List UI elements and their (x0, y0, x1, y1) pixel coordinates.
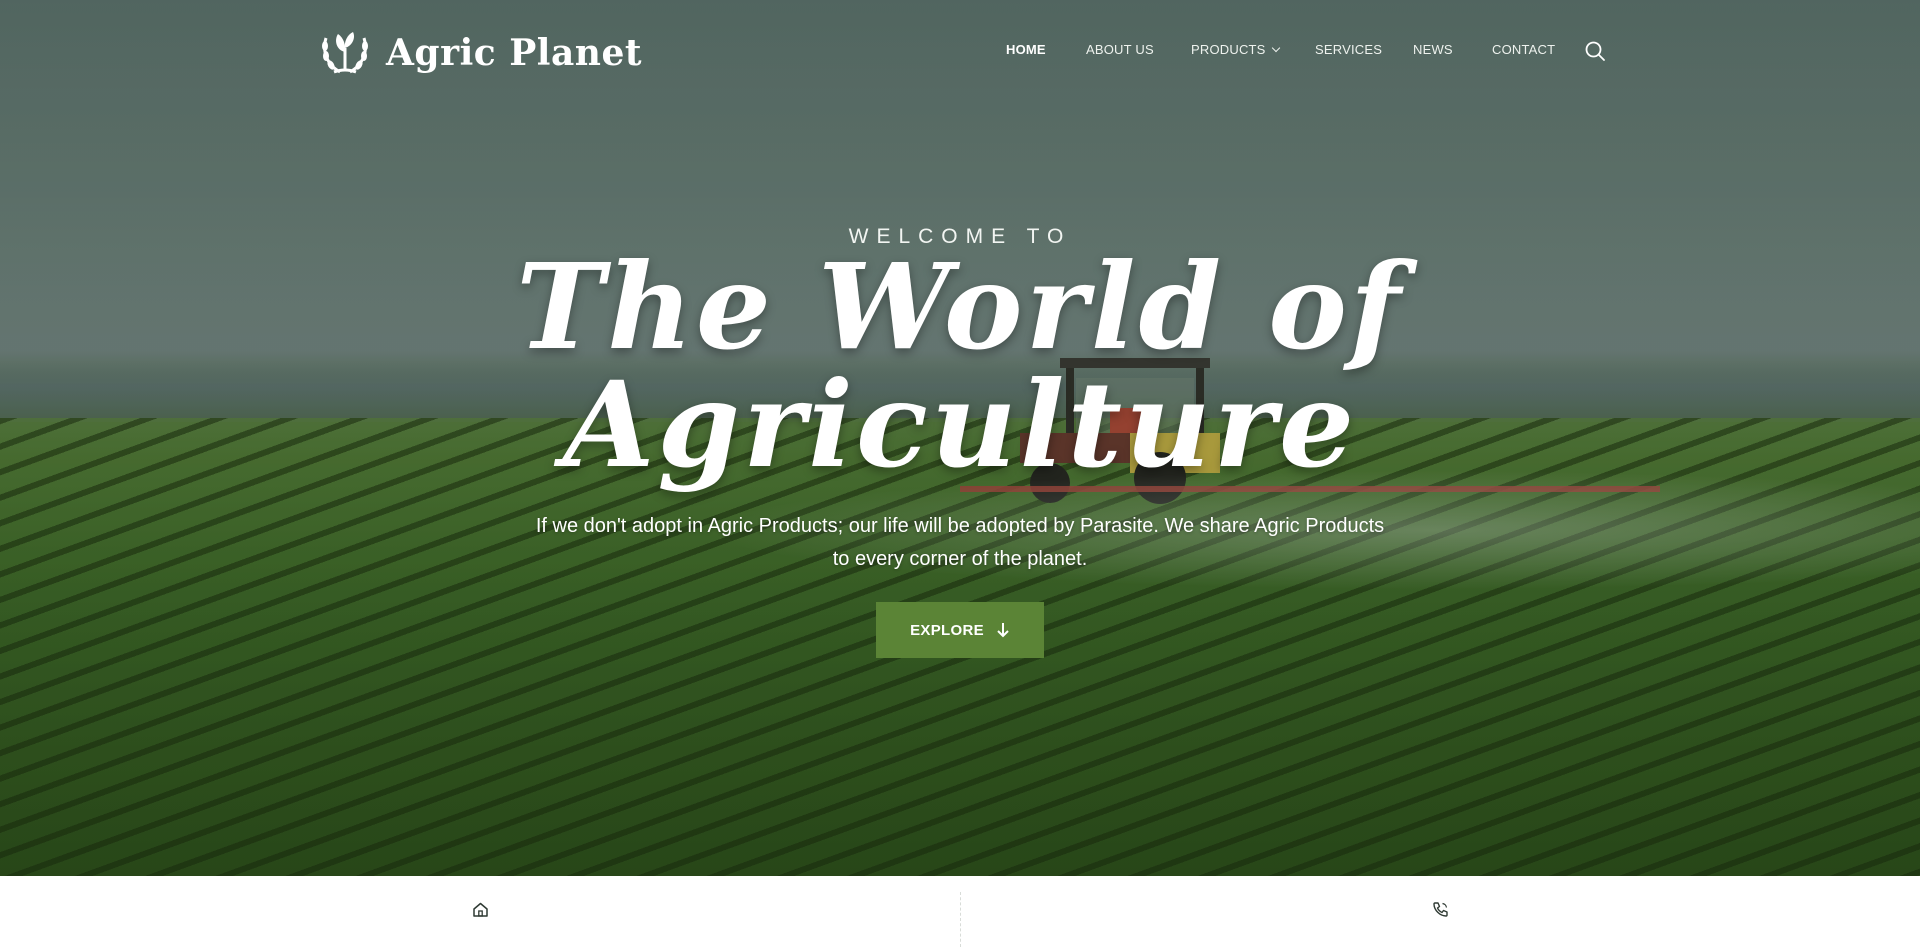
info-bar-divider (960, 892, 961, 947)
home-icon (473, 902, 488, 917)
nav-item-products-label: PRODUCTS (1191, 42, 1266, 57)
hero-subtext-line-1: If we don't adopt in Agric Products; our… (535, 515, 1385, 537)
nav-item-products[interactable]: PRODUCTS (1191, 42, 1280, 57)
explore-button-label: EXPLORE (910, 621, 984, 639)
info-bar (0, 876, 1920, 947)
nav-item-services[interactable]: SERVICES (1315, 42, 1382, 57)
phone-icon (1433, 902, 1448, 917)
nav-item-about-us[interactable]: ABOUT US (1086, 42, 1154, 57)
arrow-down-icon (997, 623, 1009, 638)
explore-button[interactable]: EXPLORE (876, 602, 1044, 658)
nav-item-home[interactable]: HOME (1006, 42, 1046, 57)
nav-item-news[interactable]: NEWS (1413, 42, 1453, 57)
hero-headline: The World of Agriculture (0, 248, 1920, 484)
hero-subtext-line-2: to every corner of the planet. (832, 548, 1088, 570)
hero-headline-line-2: Agriculture (562, 355, 1358, 494)
hero-subtext: If we don't adopt in Agric Products; our… (520, 510, 1400, 576)
main-nav: HOME ABOUT US PRODUCTS SERVICES NEWS CON… (0, 42, 1920, 62)
chevron-down-icon (1271, 43, 1280, 53)
search-icon[interactable] (1584, 40, 1606, 62)
nav-item-contact[interactable]: CONTACT (1492, 42, 1555, 57)
